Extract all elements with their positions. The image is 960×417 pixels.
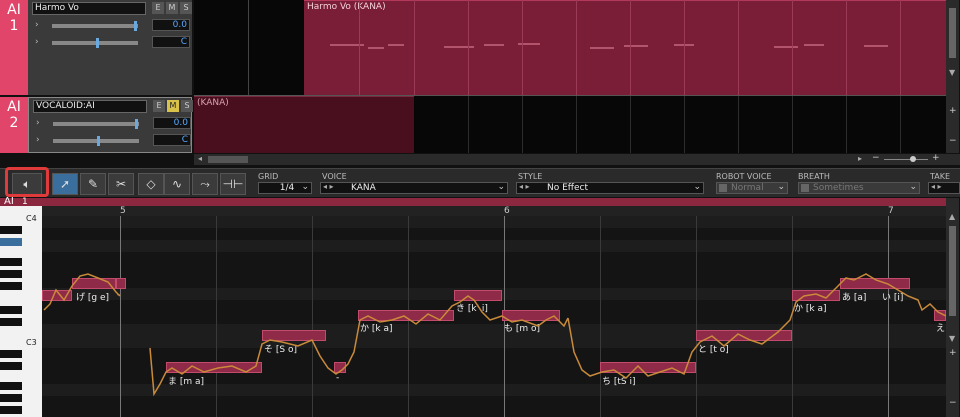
style-value: No Effect [547, 183, 589, 193]
chevron-down-icon: ⌄ [497, 182, 505, 192]
measure-ruler[interactable]: 5 6 7 [42, 206, 946, 216]
chevron-down-icon: ⌄ [909, 182, 917, 192]
arrangement-zoom-bar[interactable]: + − [946, 106, 959, 153]
chevron-right-icon[interactable]: › [35, 37, 39, 47]
eraser-icon[interactable]: ◇ [138, 173, 164, 195]
track-1-edit-button[interactable]: E [152, 2, 164, 14]
track-2-part[interactable]: (KANA) [194, 96, 414, 153]
measure-number: 5 [120, 206, 126, 216]
grid-label: GRID [258, 172, 279, 181]
split-icon[interactable]: ⊣⊢ [220, 173, 246, 195]
robot-voice-label: ROBOT VOICE [716, 172, 772, 181]
track-2-pan-slider[interactable] [53, 136, 139, 146]
breath-value: Sometimes [813, 183, 864, 193]
pointer-icon[interactable]: ➚ [52, 173, 78, 195]
key-label-c3: C3 [26, 338, 37, 347]
chevron-down-icon: ⌄ [693, 182, 701, 192]
track-1-volume-value[interactable]: 0.0 [152, 19, 190, 31]
measure-number: 7 [888, 206, 894, 216]
highlight-box [5, 167, 49, 197]
track-2-part-label: (KANA) [197, 98, 229, 108]
track-1-header: Harmo Vo E M S R › 0.0 › C [28, 0, 204, 95]
track-1-ai-label: AI [7, 2, 21, 18]
take-label: TAKE [930, 172, 951, 181]
piano-roll-toolbar: 🔈︎ ➚ ✎ ✂ ◇ ∿ ⤳ ⊣⊢ GRID 1/4 ⌄ VOICE ◂ ▸ K… [0, 168, 960, 197]
piano-roll-header: AI 1 [0, 196, 946, 207]
robot-voice-value: Normal [731, 183, 764, 193]
track-1-solo-button[interactable]: S [180, 2, 192, 14]
pitch-icon[interactable]: ⤳ [192, 173, 218, 195]
track-1-number: 1 [9, 18, 19, 34]
track-2-pan-value[interactable]: C [153, 134, 191, 146]
voice-label: VOICE [322, 172, 347, 181]
track-1-pan-slider[interactable] [52, 38, 138, 48]
voice-value: KANA [351, 183, 376, 193]
style-label: STYLE [518, 172, 543, 181]
breath-select[interactable]: Sometimes ⌄ [798, 182, 920, 194]
track-2-ai-label: AI [7, 99, 21, 115]
grid-select[interactable]: 1/4 ⌄ [258, 182, 312, 194]
track-1-mute-button[interactable]: M [166, 2, 178, 14]
track-1-badge[interactable]: AI 1 [0, 0, 28, 95]
chevron-right-icon[interactable]: › [36, 135, 40, 145]
vibrato-icon[interactable]: ∿ [164, 173, 190, 195]
piano-roll-vertical-scrollbar[interactable]: ▲ ▼ + − [946, 198, 959, 417]
spin-arrows-icon[interactable]: ◂ ▸ [931, 182, 942, 192]
measure-number: 6 [504, 206, 510, 216]
piano-roll-grid[interactable]: げ [g e] - ま [m a] そ [S o] - か [k a] き [k… [42, 216, 946, 417]
track-2-solo-button[interactable]: S [181, 100, 193, 112]
scissors-icon[interactable]: ✂ [108, 173, 134, 195]
track-2-edit-button[interactable]: E [153, 100, 165, 112]
track-1-name-field[interactable]: Harmo Vo [32, 2, 146, 15]
track-2-mute-button[interactable]: M [167, 100, 179, 112]
key-label-c4: C4 [26, 214, 37, 223]
track-2-number: 2 [9, 115, 19, 131]
chevron-right-icon[interactable]: › [35, 20, 39, 30]
arrangement-vertical-scrollbar[interactable]: ▼ [946, 0, 959, 106]
track-2-volume-value[interactable]: 0.0 [153, 117, 191, 129]
style-select[interactable]: ◂ ▸ No Effect ⌄ [516, 182, 704, 194]
track-2-badge[interactable]: AI 2 [0, 97, 28, 153]
spin-arrows-icon[interactable]: ◂ ▸ [323, 182, 334, 192]
track-1-pan-value[interactable]: C [152, 36, 190, 48]
breath-label: BREATH [798, 172, 830, 181]
chevron-right-icon[interactable]: › [36, 118, 40, 128]
grid-value: 1/4 [279, 183, 295, 193]
piano-keyboard[interactable]: C4 C3 [0, 206, 42, 417]
track-2-volume-slider[interactable] [53, 119, 139, 129]
chevron-down-icon: ⌄ [777, 182, 785, 192]
pencil-icon[interactable]: ✎ [80, 173, 106, 195]
track-1-part[interactable]: Harmo Vo (KANA) [304, 0, 946, 95]
spin-arrows-icon[interactable]: ◂ ▸ [519, 182, 530, 192]
track-2-name-field[interactable]: VOCALOID:AI [33, 100, 147, 113]
take-select[interactable]: ◂ ▸ [928, 182, 960, 194]
chevron-down-icon: ⌄ [301, 182, 309, 192]
arrangement-horizontal-scrollbar[interactable]: ◂ ▸ − + [194, 153, 960, 165]
pitch-curve[interactable] [42, 216, 946, 417]
robot-voice-select[interactable]: Normal ⌄ [716, 182, 788, 194]
voice-select[interactable]: ◂ ▸ KANA ⌄ [320, 182, 508, 194]
track-1-volume-slider[interactable] [52, 21, 138, 31]
track-2-header: VOCALOID:AI E M S R › 0.0 › C [28, 97, 205, 153]
part-1-notes-preview [330, 43, 888, 49]
